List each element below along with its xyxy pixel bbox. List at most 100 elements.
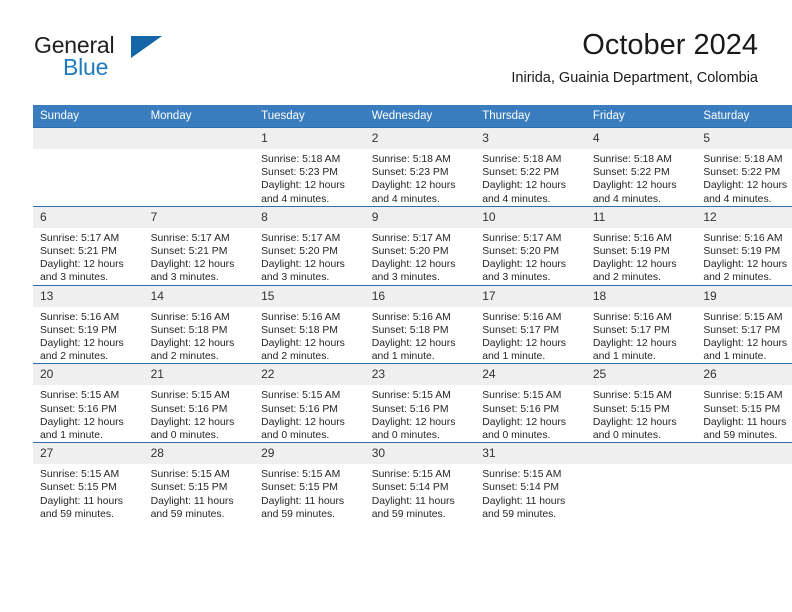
day-details: Sunrise: 5:15 AM Sunset: 5:15 PM Daylight:… — [696, 385, 792, 442]
calendar-day-cell[interactable]: 6 Sunrise: 5:17 AM Sunset: 5:21 PM Daylight… — [33, 205, 144, 286]
day-details: Sunrise: 5:18 AM Sunset: 5:22 PM Daylight:… — [696, 149, 792, 206]
calendar-day-cell[interactable]: 20 Sunrise: 5:15 AM Sunset: 5:16 PM Dayligh… — [33, 363, 144, 443]
day-number: 13 — [33, 285, 144, 307]
daylight-text-line2: and 0 minutes. — [592, 430, 661, 442]
daylight-text-line1: Daylight: 12 hours — [371, 180, 456, 192]
daylight-text-line2: and 0 minutes. — [371, 430, 440, 442]
day-details: Sunrise: 5:16 AM Sunset: 5:18 PM Daylight:… — [365, 307, 476, 364]
day-details: Sunrise: 5:15 AM Sunset: 5:16 PM Daylight:… — [365, 385, 476, 442]
weekday-header-thursday: Thursday — [475, 105, 586, 128]
sunrise-text: Sunrise: 5:18 AM — [371, 154, 451, 165]
sunset-text: Sunset: 5:16 PM — [150, 403, 228, 415]
sunrise-text: Sunrise: 5:18 AM — [703, 154, 783, 165]
calendar-day-cell[interactable]: 13 Sunrise: 5:16 AM Sunset: 5:19 PM Dayligh… — [33, 284, 144, 364]
sunrise-text: Sunrise: 5:15 AM — [592, 390, 672, 402]
calendar-day-cell[interactable]: 11 Sunrise: 5:16 AM Sunset: 5:19 PM Dayligh… — [585, 205, 697, 286]
daylight-text-line1: Daylight: 11 hours — [703, 416, 787, 428]
day-number: 5 — [696, 128, 792, 149]
calendar-page: General Blue October 2024 Inirida, Guain… — [0, 0, 792, 612]
day-details: Sunrise: 5:16 AM Sunset: 5:17 PM Daylight:… — [475, 307, 586, 364]
calendar-day-cell[interactable]: 14 Sunrise: 5:16 AM Sunset: 5:18 PM Dayligh… — [143, 284, 255, 364]
calendar-day-cell[interactable]: 29 Sunrise: 5:15 AM Sunset: 5:15 PM Dayligh… — [254, 442, 365, 522]
day-number: 1 — [254, 128, 365, 149]
calendar-empty-cell — [585, 442, 697, 522]
day-number: 19 — [696, 285, 792, 307]
daylight-text-line2: and 3 minutes. — [482, 272, 551, 284]
calendar-day-cell[interactable]: 1 Sunrise: 5:18 AM Sunset: 5:23 PM Daylight… — [254, 127, 365, 207]
daylight-text-line2: and 1 minute. — [482, 351, 546, 363]
sunset-text: Sunset: 5:14 PM — [371, 482, 449, 494]
daylight-text-line2: and 59 minutes. — [703, 430, 778, 442]
day-details: Sunrise: 5:15 AM Sunset: 5:15 PM Daylight:… — [144, 464, 255, 521]
day-number — [143, 128, 255, 149]
daylight-text-line2: and 4 minutes. — [371, 193, 440, 205]
calendar-day-cell[interactable]: 9 Sunrise: 5:17 AM Sunset: 5:20 PM Daylight… — [364, 205, 476, 286]
calendar-day-cell[interactable]: 5 Sunrise: 5:18 AM Sunset: 5:22 PM Daylight… — [696, 127, 792, 207]
daylight-text-line2: and 59 minutes. — [40, 508, 114, 520]
calendar-day-cell[interactable]: 2 Sunrise: 5:18 AM Sunset: 5:23 PM Daylight… — [364, 127, 476, 207]
calendar-day-cell[interactable]: 16 Sunrise: 5:16 AM Sunset: 5:18 PM Dayligh… — [364, 284, 476, 364]
day-number: 29 — [254, 443, 365, 465]
calendar-day-cell[interactable]: 10 Sunrise: 5:17 AM Sunset: 5:20 PM Dayligh… — [475, 205, 586, 286]
daylight-text-line1: Daylight: 12 hours — [482, 338, 566, 350]
calendar-day-cell[interactable]: 3 Sunrise: 5:18 AM Sunset: 5:22 PM Daylight… — [475, 127, 586, 207]
calendar-day-cell[interactable]: 28 Sunrise: 5:15 AM Sunset: 5:15 PM Dayligh… — [143, 442, 255, 522]
calendar-day-cell[interactable]: 25 Sunrise: 5:15 AM Sunset: 5:15 PM Dayligh… — [585, 363, 697, 443]
sunrise-text: Sunrise: 5:15 AM — [150, 469, 230, 481]
sunrise-text: Sunrise: 5:15 AM — [261, 390, 341, 402]
day-number: 30 — [364, 443, 476, 465]
calendar-day-cell[interactable]: 30 Sunrise: 5:15 AM Sunset: 5:14 PM Dayligh… — [364, 442, 476, 522]
day-number: 28 — [143, 443, 255, 465]
day-details: Sunrise: 5:15 AM Sunset: 5:14 PM Daylight:… — [475, 464, 586, 521]
calendar-day-cell[interactable]: 26 Sunrise: 5:15 AM Sunset: 5:15 PM Dayligh… — [696, 363, 792, 443]
calendar-day-cell[interactable]: 19 Sunrise: 5:15 AM Sunset: 5:17 PM Dayligh… — [696, 284, 792, 364]
sunrise-text: Sunrise: 5:16 AM — [40, 311, 120, 323]
day-details: Sunrise: 5:15 AM Sunset: 5:14 PM Daylight:… — [365, 464, 476, 521]
weekday-header-saturday: Saturday — [696, 105, 792, 128]
calendar-day-cell[interactable]: 24 Sunrise: 5:15 AM Sunset: 5:16 PM Dayligh… — [475, 363, 586, 443]
calendar-empty-cell — [143, 127, 255, 207]
day-details: Sunrise: 5:15 AM Sunset: 5:17 PM Daylight:… — [696, 307, 792, 364]
calendar-day-cell[interactable]: 4 Sunrise: 5:18 AM Sunset: 5:22 PM Daylight… — [585, 127, 697, 207]
daylight-text-line1: Daylight: 12 hours — [261, 259, 345, 271]
calendar-day-cell[interactable]: 7 Sunrise: 5:17 AM Sunset: 5:21 PM Daylight… — [143, 205, 255, 286]
day-details: Sunrise: 5:15 AM Sunset: 5:16 PM Daylight:… — [254, 385, 365, 442]
calendar-day-cell[interactable]: 31 Sunrise: 5:15 AM Sunset: 5:14 PM Dayligh… — [475, 442, 586, 522]
day-details: Sunrise: 5:15 AM Sunset: 5:16 PM Daylight:… — [33, 385, 144, 442]
sunset-text: Sunset: 5:14 PM — [482, 482, 560, 494]
day-details: Sunrise: 5:17 AM Sunset: 5:20 PM Daylight:… — [475, 228, 586, 285]
daylight-text-line2: and 3 minutes. — [150, 272, 219, 284]
calendar-day-cell[interactable]: 17 Sunrise: 5:16 AM Sunset: 5:17 PM Dayligh… — [475, 284, 586, 364]
calendar-day-cell[interactable]: 21 Sunrise: 5:15 AM Sunset: 5:16 PM Dayligh… — [143, 363, 255, 443]
sunrise-text: Sunrise: 5:15 AM — [482, 469, 562, 481]
calendar-day-cell[interactable]: 12 Sunrise: 5:16 AM Sunset: 5:19 PM Dayligh… — [696, 205, 792, 286]
page-title: October 2024 — [582, 29, 758, 61]
day-details: Sunrise: 5:16 AM Sunset: 5:18 PM Daylight:… — [144, 307, 255, 364]
sunrise-text: Sunrise: 5:17 AM — [150, 232, 230, 244]
sunrise-text: Sunrise: 5:16 AM — [592, 311, 672, 323]
daylight-text-line1: Daylight: 11 hours — [371, 495, 455, 507]
sunset-text: Sunset: 5:16 PM — [261, 403, 338, 415]
calendar-day-cell[interactable]: 22 Sunrise: 5:15 AM Sunset: 5:16 PM Dayligh… — [254, 363, 365, 443]
day-details: Sunrise: 5:18 AM Sunset: 5:22 PM Daylight:… — [586, 149, 697, 206]
sunrise-text: Sunrise: 5:16 AM — [150, 311, 230, 323]
calendar-day-cell[interactable]: 15 Sunrise: 5:16 AM Sunset: 5:18 PM Dayligh… — [254, 284, 365, 364]
daylight-text-line2: and 0 minutes. — [150, 430, 219, 442]
weekday-header-sunday: Sunday — [33, 105, 144, 128]
generalblue-logo[interactable]: General Blue — [34, 32, 214, 88]
day-number: 22 — [254, 364, 365, 386]
sunset-text: Sunset: 5:22 PM — [703, 167, 781, 179]
sunrise-text: Sunrise: 5:15 AM — [703, 390, 783, 402]
sunset-text: Sunset: 5:22 PM — [482, 167, 560, 179]
daylight-text-line2: and 1 minute. — [40, 430, 103, 442]
daylight-text-line2: and 4 minutes. — [703, 193, 772, 205]
day-details: Sunrise: 5:17 AM Sunset: 5:21 PM Daylight:… — [33, 228, 144, 285]
day-number: 3 — [475, 128, 586, 149]
sunrise-text: Sunrise: 5:16 AM — [261, 311, 341, 323]
calendar-day-cell[interactable]: 23 Sunrise: 5:15 AM Sunset: 5:16 PM Dayligh… — [364, 363, 476, 443]
calendar-day-cell[interactable]: 27 Sunrise: 5:15 AM Sunset: 5:15 PM Dayligh… — [33, 442, 144, 522]
daylight-text-line2: and 2 minutes. — [592, 272, 661, 284]
day-number: 25 — [585, 364, 697, 386]
calendar-day-cell[interactable]: 18 Sunrise: 5:16 AM Sunset: 5:17 PM Dayligh… — [585, 284, 697, 364]
calendar-day-cell[interactable]: 8 Sunrise: 5:17 AM Sunset: 5:20 PM Daylight… — [254, 205, 365, 286]
